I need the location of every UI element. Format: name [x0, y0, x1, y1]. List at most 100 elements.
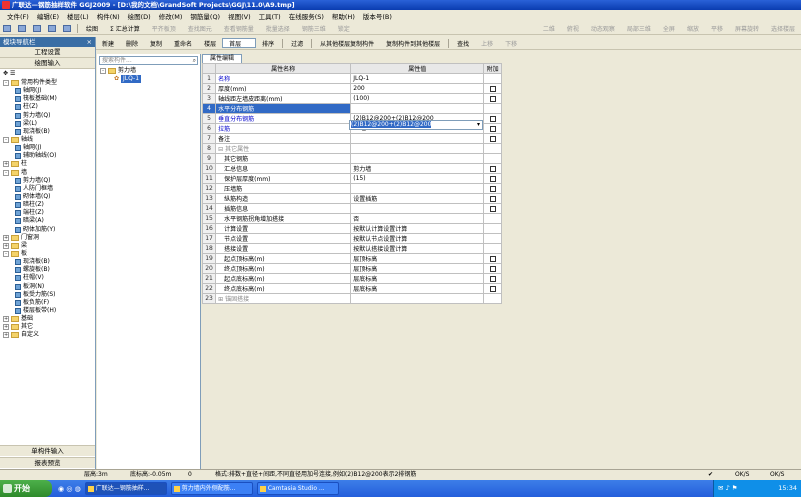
tree-folder[interactable]: - 常用构件类型	[0, 79, 95, 87]
tree-folder[interactable]: -墙	[0, 169, 95, 177]
property-row[interactable]: 20 终点顶标高(m) 层顶标高	[201, 263, 502, 274]
property-name[interactable]: ⊟ 其它属性	[215, 143, 352, 154]
toolbar2-item-7[interactable]: 过滤	[285, 39, 309, 48]
extra-checkbox[interactable]	[489, 175, 496, 182]
property-row[interactable]: 7 备注	[201, 133, 502, 144]
toolbar1-item-2[interactable]: 平齐板顶	[146, 24, 182, 33]
property-value[interactable]	[350, 183, 485, 194]
menu-item-0[interactable]: 文件(F)	[3, 11, 33, 21]
undo-icon[interactable]	[45, 24, 60, 32]
tree-folder[interactable]: + 门窗洞	[0, 234, 95, 242]
toolbar2-item-0[interactable]: 新建	[96, 39, 120, 48]
toolbar2-item-12[interactable]: 下移	[499, 39, 523, 48]
property-value[interactable]: (100)	[350, 93, 485, 104]
tree-folder[interactable]: + 柱	[0, 160, 95, 168]
property-name[interactable]: 保护层厚度(mm)	[215, 173, 352, 184]
extra-checkbox[interactable]	[489, 205, 496, 212]
tab-property-edit[interactable]: 属性编辑	[202, 54, 242, 63]
task-camtasia[interactable]: Camtasia Studio ...	[256, 482, 339, 495]
report-preview-button[interactable]: 报表预览	[0, 457, 95, 468]
property-row[interactable]: 19 起点顶标高(m) 层顶标高	[201, 253, 502, 264]
tree-folder[interactable]: + 自定义	[0, 331, 95, 339]
collapse-icon[interactable]: -	[3, 169, 9, 176]
property-name[interactable]: 终点底标高(m)	[215, 283, 352, 294]
tree-folder[interactable]: + 其它	[0, 323, 95, 331]
tree-item[interactable]: 板受力筋(S)	[0, 291, 95, 299]
property-name[interactable]: 纵筋构造	[215, 193, 352, 204]
toolbar1-item-1[interactable]: Σ 汇总计算	[104, 24, 146, 33]
property-name[interactable]: 计算设置	[215, 223, 352, 234]
component-group[interactable]: - 剪力墙	[100, 67, 200, 75]
property-row[interactable]: 3 轴线距左墙皮距离(mm) (100)	[201, 93, 502, 104]
tree-item[interactable]: 暗柱(Z)	[0, 201, 95, 209]
toolbar1-item-7[interactable]: 锁定	[332, 24, 356, 33]
quick-launch-icons[interactable]: ◉ ◎ ◍	[58, 485, 81, 493]
extra-checkbox[interactable]	[489, 195, 496, 202]
toolbar1-view-item-3[interactable]: 局部三维	[621, 24, 657, 33]
toolbar2-item-10[interactable]: 查找	[451, 39, 475, 48]
extra-checkbox[interactable]	[489, 125, 496, 132]
property-name[interactable]: 厚度(mm)	[215, 83, 352, 94]
extra-cell[interactable]	[483, 163, 502, 174]
tree-item[interactable]: 螺旋板(B)	[0, 266, 95, 274]
property-value[interactable]: 层底标高	[350, 283, 485, 294]
property-row[interactable]: 14 插筋信息	[201, 203, 502, 214]
property-row[interactable]: 8 ⊟ 其它属性	[201, 143, 502, 154]
property-name[interactable]: 其它钢筋	[215, 153, 352, 164]
expand-icon[interactable]: +	[3, 316, 9, 323]
property-row[interactable]: 9 其它钢筋	[201, 153, 502, 164]
property-name[interactable]: 终点顶标高(m)	[215, 263, 352, 274]
property-value[interactable]: 设置插筋	[350, 193, 485, 204]
extra-cell[interactable]	[483, 283, 502, 294]
property-value[interactable]: (15)	[350, 173, 485, 184]
extra-checkbox[interactable]	[489, 135, 496, 142]
extra-cell[interactable]	[483, 133, 502, 144]
property-name[interactable]: 起点顶标高(m)	[215, 253, 352, 264]
menu-item-10[interactable]: 帮助(H)	[328, 11, 359, 21]
property-name[interactable]: 起点底标高(m)	[215, 273, 352, 284]
toolbar1-item-0[interactable]: 绘图	[80, 24, 104, 33]
rebar-value-editor[interactable]: (2)B12@200+(2)B12@200 ▾	[349, 120, 483, 130]
single-component-input-button[interactable]: 单构件输入	[0, 445, 95, 456]
task-document[interactable]: 剪力墙内外侧配筋...	[170, 482, 253, 495]
extra-checkbox[interactable]	[489, 85, 496, 92]
property-row[interactable]: 18 搭接设置 按默认搭接设置计算	[201, 243, 502, 254]
menu-item-1[interactable]: 编辑(E)	[33, 11, 63, 21]
menu-item-9[interactable]: 在线服务(S)	[285, 11, 328, 21]
extra-cell[interactable]	[483, 263, 502, 274]
toolbar1-item-6[interactable]: 钢筋三维	[296, 24, 332, 33]
toolbar2-item-1[interactable]: 删除	[120, 39, 144, 48]
expand-icon[interactable]: +	[3, 242, 9, 249]
expand-icon[interactable]: +	[3, 234, 9, 241]
tree-item[interactable]: 板负筋(F)	[0, 299, 95, 307]
title-bar[interactable]: 广联达—钢筋抽样软件 GGJ2009 - [D:\我的文档\GrandSoft …	[0, 0, 801, 10]
property-name[interactable]: 搭接设置	[215, 243, 352, 254]
property-value[interactable]: 否	[350, 213, 485, 224]
toolbar1-view-item-1[interactable]: 俯视	[561, 24, 585, 33]
toolbar2-item-5[interactable]: 首层	[222, 38, 257, 48]
property-value[interactable]	[350, 153, 485, 164]
collapse-icon[interactable]: ⊟	[218, 146, 223, 153]
toolbar1-view-item-8[interactable]: 选择楼层	[765, 24, 801, 33]
menu-item-2[interactable]: 楼层(L)	[63, 11, 93, 21]
project-settings-button[interactable]: 工程设置	[0, 47, 95, 58]
save-icon[interactable]	[30, 24, 45, 32]
extra-cell[interactable]	[483, 173, 502, 184]
extra-cell[interactable]	[483, 273, 502, 284]
property-name[interactable]: 备注	[215, 133, 352, 144]
property-value[interactable]: 层顶标高	[350, 263, 485, 274]
snap-icon[interactable]: ✔	[708, 470, 713, 480]
property-row[interactable]: 22 终点底标高(m) 层底标高	[201, 283, 502, 294]
toolbar1-view-item-7[interactable]: 屏幕旋转	[729, 24, 765, 33]
expand-all-icon[interactable]: ✥	[3, 70, 8, 77]
tree-item[interactable]: 筏板基础(M)	[0, 95, 95, 103]
toolbar1-item-4[interactable]: 查看钢筋量	[218, 24, 260, 33]
toolbar2-item-4[interactable]: 楼层	[198, 39, 222, 48]
extra-checkbox[interactable]	[489, 275, 496, 282]
menu-item-6[interactable]: 钢筋量(Q)	[186, 11, 224, 21]
tree-item[interactable]: 砌体墙(Q)	[0, 193, 95, 201]
extra-checkbox[interactable]	[489, 265, 496, 272]
property-name[interactable]: 名称	[215, 73, 352, 84]
tree-item[interactable]: 柱帽(V)	[0, 274, 95, 282]
property-value[interactable]	[350, 133, 485, 144]
